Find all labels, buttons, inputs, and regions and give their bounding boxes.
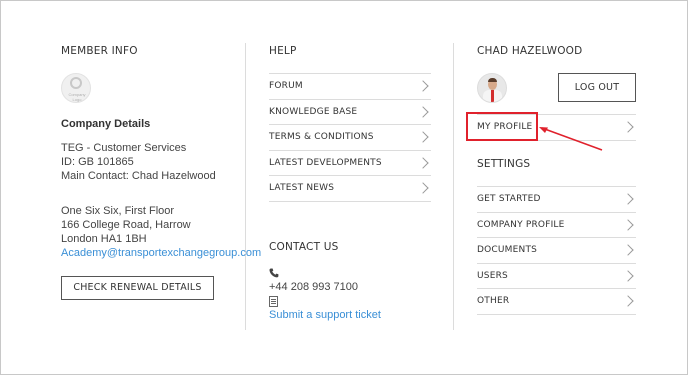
chevron-right-icon: [622, 121, 634, 133]
menu-item-label: OTHER: [477, 296, 510, 306]
menu-item-label: LATEST DEVELOPMENTS: [269, 157, 382, 168]
settings-item-users[interactable]: USERS: [477, 264, 636, 289]
address-line-1: One Six Six, First Floor: [61, 205, 175, 217]
help-item-forum[interactable]: FORUM: [269, 74, 431, 100]
settings-item-other[interactable]: OTHER: [477, 289, 636, 315]
help-item-latest-news[interactable]: LATEST NEWS: [269, 176, 431, 202]
phone-number: +44 208 993 7100: [269, 281, 359, 293]
contact-heading: CONTACT US: [269, 241, 339, 253]
menu-item-label: TERMS & CONDITIONS: [269, 132, 374, 142]
company-name: TEG - Customer Services: [61, 142, 187, 154]
address-line-3: London HA1 1BH: [61, 233, 147, 245]
avatar-hair: [488, 78, 497, 82]
address-line-2: 166 College Road, Harrow: [61, 219, 191, 231]
settings-item-get-started[interactable]: GET STARTED: [477, 187, 636, 213]
menu-item-label: GET STARTED: [477, 194, 541, 204]
ticket-icon: [269, 296, 278, 307]
help-item-terms[interactable]: TERMS & CONDITIONS: [269, 125, 431, 151]
chevron-right-icon: [417, 80, 429, 92]
email-link[interactable]: Academy@transportexchangegroup.com: [61, 246, 261, 260]
menu-item-label: DOCUMENTS: [477, 245, 538, 255]
chevron-right-icon: [622, 218, 634, 231]
annotation-highlight-box: [466, 112, 538, 141]
avatar[interactable]: [477, 73, 507, 103]
chevron-right-icon: [622, 269, 634, 282]
menu-item-label: LATEST NEWS: [269, 183, 335, 193]
user-name-heading: CHAD HAZELWOOD: [477, 45, 583, 57]
menu-item-label: COMPANY PROFILE: [477, 219, 565, 230]
company-logo-caption: Company Logo: [68, 92, 86, 102]
chevron-right-icon: [417, 131, 429, 143]
chevron-right-icon: [417, 182, 429, 194]
settings-menu: GET STARTED COMPANY PROFILE DOCUMENTS US…: [477, 186, 636, 315]
column-divider: [245, 43, 246, 330]
settings-heading: SETTINGS: [477, 158, 531, 170]
settings-item-company-profile[interactable]: COMPANY PROFILE: [477, 213, 636, 238]
main-contact: Main Contact: Chad Hazelwood: [61, 170, 216, 182]
annotation-arrow: [539, 127, 603, 151]
company-id: ID: GB 101865: [61, 156, 134, 168]
phone-icon: [269, 268, 279, 278]
company-details-label: Company Details: [61, 118, 151, 130]
gear-icon: [70, 77, 82, 89]
help-item-knowledge-base[interactable]: KNOWLEDGE BASE: [269, 100, 431, 125]
check-renewal-button[interactable]: CHECK RENEWAL DETAILS: [61, 276, 214, 300]
member-info-heading: MEMBER INFO: [61, 45, 138, 57]
chevron-right-icon: [622, 244, 634, 256]
menu-item-label: KNOWLEDGE BASE: [269, 106, 358, 117]
help-heading: HELP: [269, 45, 297, 57]
help-item-latest-developments[interactable]: LATEST DEVELOPMENTS: [269, 151, 431, 176]
company-logo-placeholder: Company Logo: [61, 73, 91, 103]
help-menu: FORUM KNOWLEDGE BASE TERMS & CONDITIONS …: [269, 73, 431, 202]
chevron-right-icon: [622, 295, 634, 307]
chevron-right-icon: [417, 156, 429, 169]
chevron-right-icon: [622, 193, 634, 205]
column-divider: [453, 43, 454, 330]
support-ticket-link[interactable]: Submit a support ticket: [269, 308, 381, 322]
settings-item-documents[interactable]: DOCUMENTS: [477, 238, 636, 264]
menu-item-label: FORUM: [269, 81, 303, 91]
avatar-tie: [491, 90, 494, 102]
menu-item-label: USERS: [477, 270, 508, 281]
chevron-right-icon: [417, 105, 429, 118]
logout-button[interactable]: LOG OUT: [558, 73, 636, 102]
